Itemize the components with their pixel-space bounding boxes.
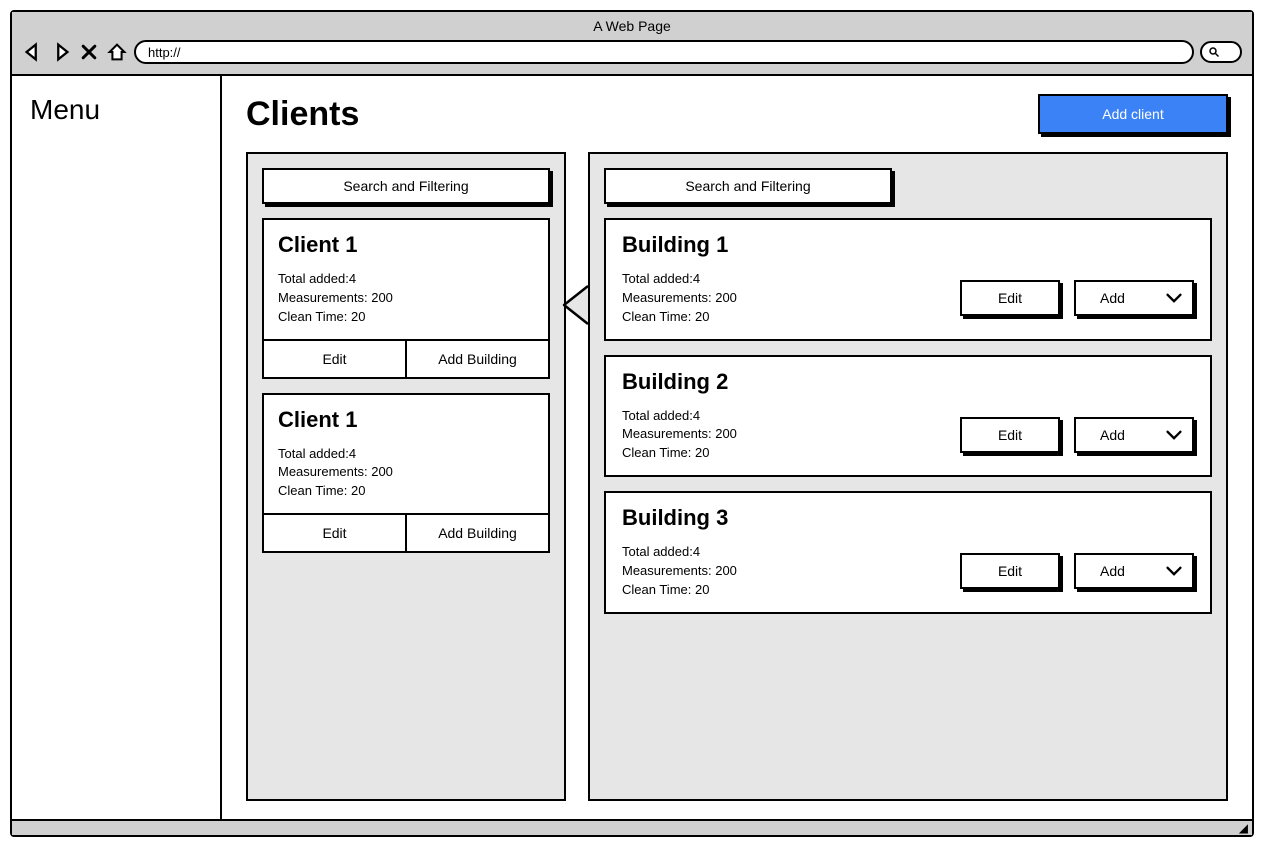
sidebar: Menu	[12, 76, 222, 819]
app-body: Menu Clients Add client Search and Filte…	[12, 76, 1252, 819]
status-bar: ◢	[12, 819, 1252, 835]
client-stats: Total added:4 Measurements: 200 Clean Ti…	[278, 270, 534, 327]
forward-icon[interactable]	[50, 41, 72, 63]
building-name: Building 3	[622, 505, 1194, 531]
building-actions: Edit Add	[960, 417, 1194, 453]
building-actions: Edit Add	[960, 280, 1194, 316]
add-label: Add	[1100, 427, 1125, 443]
building-stats: Total added:4 Measurements: 200 Clean Ti…	[622, 270, 737, 327]
menu-heading[interactable]: Menu	[30, 94, 202, 126]
selection-arrow-icon	[560, 284, 590, 326]
client-stats: Total added:4 Measurements: 200 Clean Ti…	[278, 445, 534, 502]
add-building-button[interactable]: Add Building	[405, 339, 548, 377]
add-building-button[interactable]: Add Building	[405, 513, 548, 551]
url-text: http://	[148, 45, 181, 60]
building-card: Building 3 Total added:4 Measurements: 2…	[604, 491, 1212, 614]
browser-search-button[interactable]	[1200, 41, 1242, 63]
main-content: Clients Add client Search and Filtering …	[222, 76, 1252, 819]
client-name: Client 1	[278, 407, 534, 433]
browser-window: A Web Page http:// Menu	[10, 10, 1254, 837]
edit-client-button[interactable]: Edit	[264, 513, 405, 551]
main-header: Clients Add client	[246, 94, 1228, 134]
building-card: Building 1 Total added:4 Measurements: 2…	[604, 218, 1212, 341]
edit-building-button[interactable]: Edit	[960, 417, 1060, 453]
page-title: Clients	[246, 95, 359, 134]
building-stats: Total added:4 Measurements: 200 Clean Ti…	[622, 543, 737, 600]
browser-toolbar: http://	[22, 40, 1242, 64]
client-name: Client 1	[278, 232, 534, 258]
building-stats: Total added:4 Measurements: 200 Clean Ti…	[622, 407, 737, 464]
clients-panel: Search and Filtering Client 1 Total adde…	[246, 152, 566, 801]
chevron-down-icon	[1166, 293, 1182, 303]
buildings-panel: Search and Filtering Building 1 Total ad…	[588, 152, 1228, 801]
building-name: Building 2	[622, 369, 1194, 395]
buildings-search-filter-button[interactable]: Search and Filtering	[604, 168, 892, 204]
client-card[interactable]: Client 1 Total added:4 Measurements: 200…	[262, 393, 550, 554]
building-name: Building 1	[622, 232, 1194, 258]
back-icon[interactable]	[22, 41, 44, 63]
building-actions: Edit Add	[960, 553, 1194, 589]
add-label: Add	[1100, 290, 1125, 306]
client-card-actions: Edit Add Building	[264, 339, 548, 377]
url-input[interactable]: http://	[134, 40, 1194, 64]
add-dropdown-button[interactable]: Add	[1074, 280, 1194, 316]
home-icon[interactable]	[106, 41, 128, 63]
client-card[interactable]: Client 1 Total added:4 Measurements: 200…	[262, 218, 550, 379]
clients-search-filter-button[interactable]: Search and Filtering	[262, 168, 550, 204]
edit-building-button[interactable]: Edit	[960, 553, 1060, 589]
add-client-button[interactable]: Add client	[1038, 94, 1228, 134]
client-card-actions: Edit Add Building	[264, 513, 548, 551]
add-dropdown-button[interactable]: Add	[1074, 553, 1194, 589]
chevron-down-icon	[1166, 566, 1182, 576]
browser-chrome: A Web Page http://	[12, 12, 1252, 76]
browser-page-title: A Web Page	[22, 18, 1242, 34]
edit-client-button[interactable]: Edit	[264, 339, 405, 377]
edit-building-button[interactable]: Edit	[960, 280, 1060, 316]
columns: Search and Filtering Client 1 Total adde…	[246, 152, 1228, 801]
resize-grip-icon[interactable]: ◢	[1239, 822, 1246, 834]
add-label: Add	[1100, 563, 1125, 579]
stop-icon[interactable]	[78, 41, 100, 63]
building-card: Building 2 Total added:4 Measurements: 2…	[604, 355, 1212, 478]
add-dropdown-button[interactable]: Add	[1074, 417, 1194, 453]
chevron-down-icon	[1166, 430, 1182, 440]
